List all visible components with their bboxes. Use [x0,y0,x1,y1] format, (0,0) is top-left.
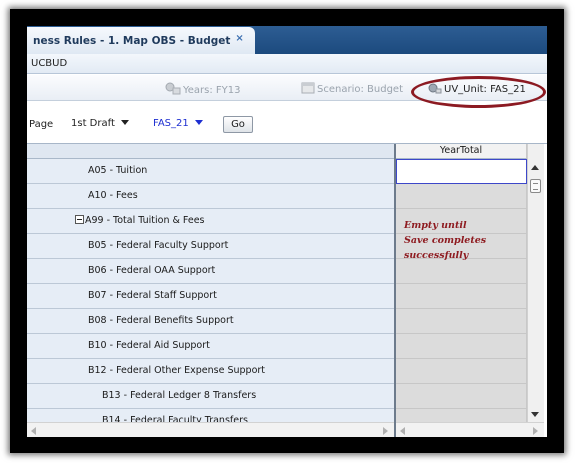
row-label: B07 - Federal Staff Support [88,290,217,301]
row-label: B12 - Federal Other Expense Support [88,365,266,376]
row-header[interactable]: B08 - Federal Benefits Support [27,309,394,334]
scroll-up-icon[interactable] [531,165,539,170]
scroll-right-icon[interactable] [533,427,538,435]
plan-type-label: UCBUD [31,58,68,69]
row-header[interactable]: B12 - Federal Other Expense Support [27,359,394,384]
annotation-line: Empty until [404,220,467,231]
row-label: A10 - Fees [88,190,138,201]
chevron-down-icon [120,120,129,125]
horizontal-scrollbar-data[interactable] [396,422,544,437]
row-label: B14 - Federal Faculty Transfers [102,415,248,422]
pov-years-label: Years: FY13 [183,85,241,96]
page-label: Page [29,119,54,130]
tab-title: ness Rules - 1. Map OBS - Budget [33,35,231,47]
row-header[interactable]: B07 - Federal Staff Support [27,284,394,309]
data-grid: A05 - Tuition A10 - Fees A99 - Total Tuiti… [27,143,547,437]
scroll-thumb[interactable] [530,179,541,193]
highlight-ellipse [411,76,546,108]
selected-data-cell[interactable] [396,159,527,184]
row-label: A99 - Total Tuition & Fees [85,215,205,226]
row-label: B05 - Federal Faculty Support [88,240,229,251]
tab-bar: ness Rules - 1. Map OBS - Budget × [27,26,547,54]
version-value: 1st Draft [71,118,115,129]
data-cell[interactable] [396,359,527,384]
unit-dropdown[interactable]: FAS_21 [153,118,203,129]
unit-value: FAS_21 [153,118,189,129]
calendar-icon [301,82,315,97]
pov-scenario-label: Scenario: Budget [317,84,403,95]
collapse-icon[interactable] [75,215,84,224]
row-header[interactable]: B13 - Federal Ledger 8 Transfers [27,384,394,409]
row-header[interactable]: A10 - Fees [27,184,394,209]
chevron-down-icon [194,120,203,125]
annotation-line: Save completes [404,235,487,246]
close-icon[interactable]: × [235,33,243,44]
row-label: B08 - Federal Benefits Support [88,315,234,326]
annotation-note: Empty until Save completes successfully [404,218,528,263]
column-header-yeartotal: YearTotal [396,144,527,159]
scroll-down-icon[interactable] [531,412,539,417]
go-button[interactable]: Go [223,116,253,133]
horizontal-scrollbar-rows[interactable] [27,422,394,437]
pov-years[interactable]: Years: FY13 [165,82,241,98]
plan-type-bar: UCBUD [27,54,547,74]
dimension-icon [165,82,181,98]
tab-business-rules[interactable]: ness Rules - 1. Map OBS - Budget × [27,27,255,54]
row-headers: A05 - Tuition A10 - Fees A99 - Total Tuiti… [27,144,394,422]
data-cell[interactable] [396,284,527,309]
pov-scenario[interactable]: Scenario: Budget [301,82,403,97]
version-dropdown[interactable]: 1st Draft [71,118,129,129]
scroll-right-icon[interactable] [383,427,388,435]
data-cell[interactable] [396,409,527,422]
data-cell[interactable] [396,334,527,359]
row-header[interactable]: B10 - Federal Aid Support [27,334,394,359]
row-header-corner [27,144,394,159]
row-header[interactable]: B14 - Federal Faculty Transfers [27,409,394,422]
data-column: YearTotal [396,144,527,422]
row-header[interactable]: B05 - Federal Faculty Support [27,234,394,259]
data-cell[interactable] [396,184,527,209]
row-header[interactable]: A05 - Tuition [27,159,394,184]
scroll-left-icon[interactable] [400,427,405,435]
form-window: ness Rules - 1. Map OBS - Budget × UCBUD … [27,26,547,437]
row-label: B13 - Federal Ledger 8 Transfers [102,390,257,401]
data-cell[interactable] [396,384,527,409]
row-label: A05 - Tuition [88,165,148,176]
page-selector-row: Page 1st Draft FAS_21 Go [27,114,547,136]
row-label: B10 - Federal Aid Support [88,340,210,351]
vertical-scrollbar[interactable] [527,144,544,422]
screenshot-frame: ness Rules - 1. Map OBS - Budget × UCBUD … [10,9,564,453]
annotation-line: successfully [404,250,469,261]
row-label: B06 - Federal OAA Support [88,265,216,276]
data-cell[interactable] [396,309,527,334]
row-header[interactable]: A99 - Total Tuition & Fees [27,209,394,234]
row-header[interactable]: B06 - Federal OAA Support [27,259,394,284]
scroll-left-icon[interactable] [31,427,36,435]
